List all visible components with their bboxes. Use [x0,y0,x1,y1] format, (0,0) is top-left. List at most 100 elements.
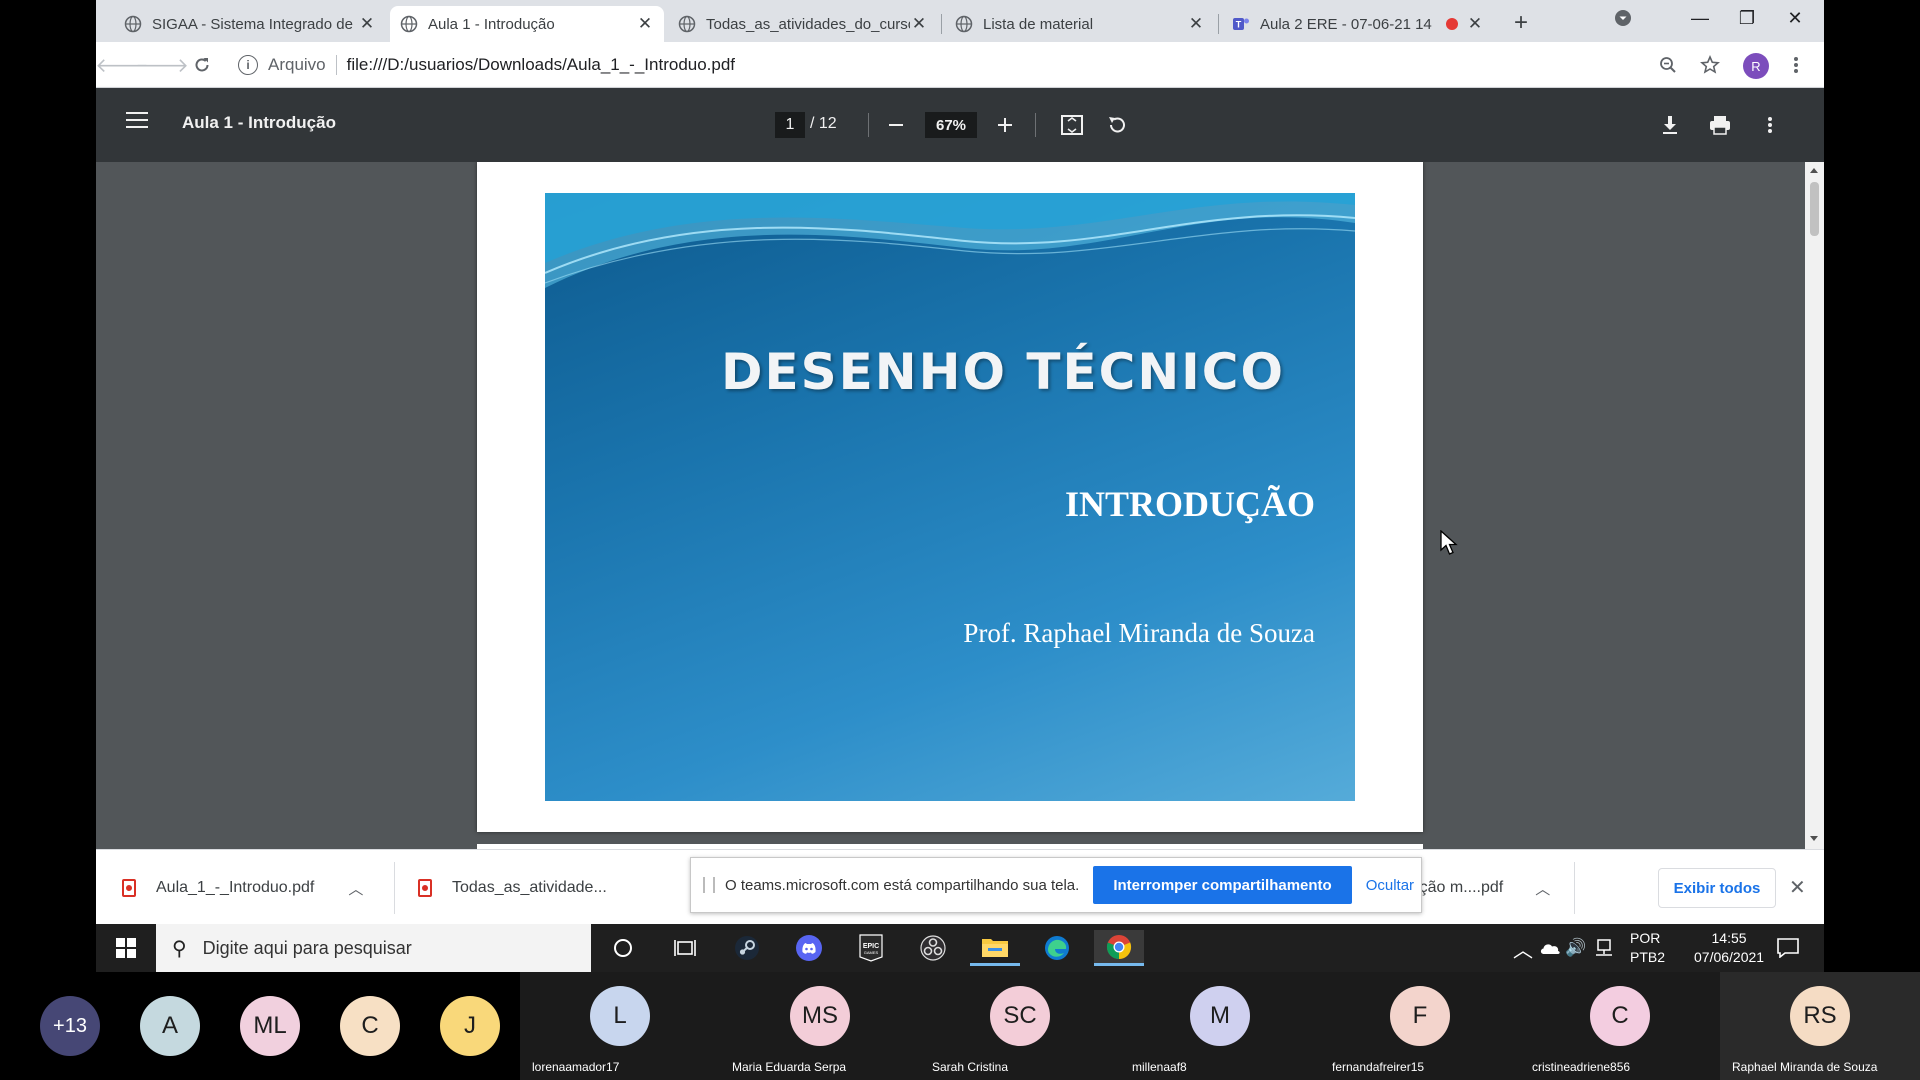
download-button[interactable] [1655,110,1685,140]
file-explorer-app[interactable] [970,930,1020,966]
task-view-button[interactable] [660,930,710,966]
download-item[interactable]: Aula_1_-_Introduo.pdf ︿ [122,868,363,908]
participant-avatar: F [1390,986,1450,1046]
print-button[interactable] [1705,110,1735,140]
participant-avatar[interactable]: C [340,996,400,1056]
slide-subtitle: INTRODUÇÃO [1064,484,1315,524]
browser-window: SIGAA - Sistema Integrado de ✕ Aula 1 - … [96,0,1824,972]
close-icon[interactable]: ✕ [1466,14,1484,33]
close-icon[interactable]: ✕ [358,14,376,33]
globe-icon [400,15,418,33]
show-all-button[interactable]: Exibir todos [1658,868,1776,908]
pdf-viewport[interactable]: DESENHO TÉCNICO INTRODUÇÃO Prof. Raphael… [96,162,1824,849]
divider [1035,113,1036,137]
svg-text:EPIC: EPIC [863,943,879,950]
participant-avatar[interactable]: J [440,996,500,1056]
notifications-button[interactable] [1768,930,1808,966]
slide: DESENHO TÉCNICO INTRODUÇÃO Prof. Raphael… [545,193,1355,801]
participant-tile[interactable]: L lorenaamador17 [520,972,720,1080]
zoom-in-button[interactable] [990,110,1020,140]
chevron-up-icon[interactable]: ︿ [1535,878,1550,899]
profile-avatar[interactable]: R [1743,53,1769,79]
more-participants-badge[interactable]: +13 [40,996,100,1056]
network-icon[interactable] [1591,930,1617,966]
scroll-down-arrow-icon[interactable] [1810,836,1818,841]
cortana-icon [614,939,632,957]
participant-tile[interactable]: MS Maria Eduarda Serpa [720,972,920,1080]
drag-handle-icon[interactable] [703,877,715,893]
participant-avatar[interactable]: ML [240,996,300,1056]
taskbar-search-input[interactable]: ⚲ Digite aqui para pesquisar [156,924,591,972]
start-button[interactable] [96,924,156,972]
browser-menu-button[interactable] [1782,51,1810,79]
chrome-app[interactable] [1094,930,1144,966]
scrollbar-thumb[interactable] [1810,182,1819,236]
task-view-icon [674,940,696,956]
divider [335,55,337,75]
hamburger-menu-icon[interactable] [126,112,148,130]
close-icon[interactable]: ✕ [910,14,928,33]
clock[interactable]: 14:55 07/06/2021 [1694,929,1764,967]
download-item[interactable]: Todas_as_atividade... [418,868,607,908]
close-window-button[interactable]: ✕ [1771,0,1819,36]
back-button[interactable]: 🡐 [96,51,149,79]
onedrive-icon[interactable] [1537,930,1563,966]
edge-app[interactable] [1032,930,1082,966]
restore-button[interactable]: ❐ [1723,0,1771,36]
recording-icon [1446,18,1458,30]
zoom-out-icon [1660,57,1676,73]
divider [394,862,395,914]
vertical-scrollbar[interactable] [1805,162,1824,849]
hide-button[interactable]: Ocultar [1366,877,1414,894]
share-message: O teams.microsoft.com está compartilhand… [725,876,1080,894]
download-filename: Aula_1_-_Introduo.pdf [156,879,315,896]
info-icon[interactable]: i [238,55,258,75]
tab-aula-1[interactable]: Aula 1 - Introdução ✕ [390,6,664,42]
forward-button[interactable]: 🡒 [135,51,189,79]
participant-tile[interactable]: SC Sarah Cristina [920,972,1120,1080]
steam-app[interactable] [722,930,772,966]
participant-name: Raphael Miranda de Souza [1732,1060,1878,1074]
minimize-button[interactable]: — [1676,0,1724,36]
tab-search-button[interactable] [1599,0,1647,36]
discord-app[interactable] [784,930,834,966]
folder-icon [982,938,1008,957]
close-icon[interactable]: ✕ [1789,875,1806,900]
participant-tile[interactable]: F fernandafreirer15 [1320,972,1520,1080]
rotate-button[interactable] [1102,110,1132,140]
tab-teams-meeting[interactable]: T Aula 2 ERE - 07-06-21 14 ✕ [1222,6,1494,42]
fit-page-button[interactable] [1057,110,1087,140]
participant-avatar[interactable]: A [140,996,200,1056]
cortana-button[interactable] [598,930,648,966]
epic-games-app[interactable]: EPIC GAMES [846,930,896,966]
stop-sharing-button[interactable]: Interromper compartilhamento [1093,866,1352,904]
obs-app[interactable] [908,930,958,966]
close-icon[interactable]: ✕ [1187,14,1205,33]
chevron-up-icon[interactable]: ︿ [348,878,363,899]
chevron-up-icon[interactable]: ︿ [1511,930,1535,966]
participant-tile[interactable]: RS Raphael Miranda de Souza [1720,972,1920,1080]
scroll-up-arrow-icon[interactable] [1810,168,1818,173]
participant-avatar: RS [1790,986,1850,1046]
new-tab-button[interactable]: + [1507,9,1535,37]
page-number-input[interactable]: 1 [775,112,805,138]
zoom-level-input[interactable]: 67% [925,112,977,138]
tab-todas-atividades[interactable]: Todas_as_atividades_do_curso ✕ [668,6,938,42]
tab-lista-material[interactable]: Lista de material ✕ [945,6,1215,42]
close-icon[interactable]: ✕ [636,14,654,33]
more-vert-icon [1794,57,1798,73]
zoom-button[interactable] [1654,51,1682,79]
pdf-more-button[interactable] [1755,110,1785,140]
bookmark-button[interactable] [1696,51,1724,79]
zoom-out-button[interactable] [881,110,911,140]
reload-button[interactable] [188,51,216,79]
pdf-page: DESENHO TÉCNICO INTRODUÇÃO Prof. Raphael… [477,162,1423,832]
participant-tile[interactable]: M millenaaf8 [1120,972,1320,1080]
participant-avatar: SC [990,986,1050,1046]
participant-tile[interactable]: C cristineadriene856 [1520,972,1720,1080]
input-language[interactable]: POR PTB2 [1630,929,1665,967]
address-bar[interactable]: i Arquivo file:///D:/usuarios/Downloads/… [238,48,1728,82]
print-icon [1710,116,1730,135]
volume-icon[interactable]: 🔊 [1563,930,1589,966]
tab-sigaa[interactable]: SIGAA - Sistema Integrado de ✕ [114,6,386,42]
